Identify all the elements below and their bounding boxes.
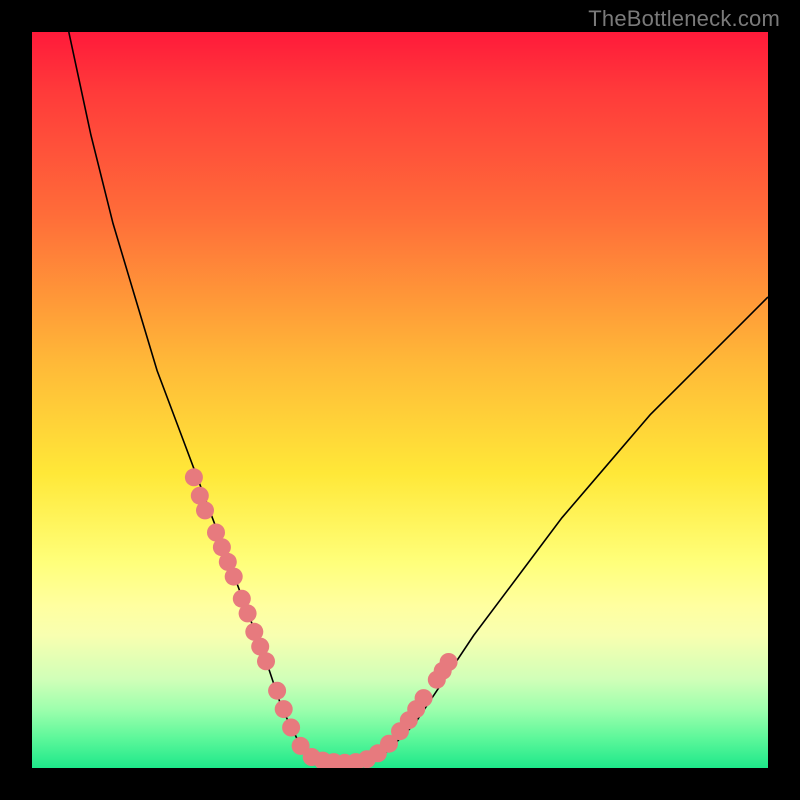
data-marker: [440, 653, 458, 671]
plot-area: [32, 32, 768, 768]
chart-frame: TheBottleneck.com: [0, 0, 800, 800]
data-marker: [239, 604, 257, 622]
plot-svg: [32, 32, 768, 768]
data-marker: [275, 700, 293, 718]
data-marker: [282, 719, 300, 737]
watermark-text: TheBottleneck.com: [588, 6, 780, 32]
data-marker: [185, 468, 203, 486]
curve-line: [69, 32, 768, 764]
data-marker: [225, 568, 243, 586]
data-marker: [196, 501, 214, 519]
data-marker: [268, 682, 286, 700]
data-marker: [415, 689, 433, 707]
marker-group: [185, 468, 458, 768]
data-marker: [257, 652, 275, 670]
